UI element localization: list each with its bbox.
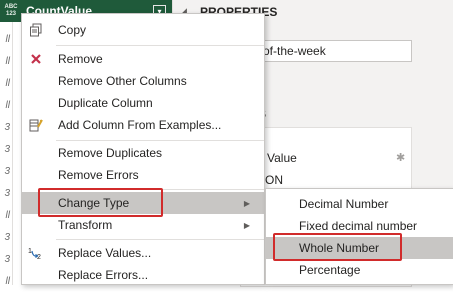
menu-item-replace-values[interactable]: 12 Replace Values... [22, 242, 264, 264]
menu-item-duplicate-column[interactable]: Duplicate Column [22, 92, 264, 114]
row-marker: ll [5, 209, 10, 221]
row-marker: 3 [4, 187, 10, 199]
menu-item-copy[interactable]: Copy [22, 19, 264, 41]
menu-item-remove-other-columns[interactable]: Remove Other Columns [22, 70, 264, 92]
row-marker: 3 [4, 165, 10, 177]
menu-item-replace-errors[interactable]: Replace Errors... [22, 264, 264, 286]
column-type-text-label: ABC [4, 4, 18, 10]
copy-icon [28, 22, 44, 38]
row-marker: ll [5, 55, 10, 67]
svg-text:2: 2 [37, 254, 41, 260]
menu-item-label: Transform [58, 218, 113, 232]
menu-item-label: Remove Errors [58, 168, 139, 182]
menu-separator [56, 45, 264, 46]
submenu-item-percentage[interactable]: Percentage [266, 259, 453, 281]
row-marker: ll [5, 275, 10, 287]
submenu-item-label: Percentage [299, 263, 361, 277]
menu-item-transform[interactable]: Transform ▶ [22, 214, 264, 236]
add-column-examples-icon [28, 117, 44, 133]
row-marker: 3 [4, 121, 10, 133]
menu-item-label: Remove [58, 52, 103, 66]
menu-separator [56, 239, 264, 240]
row-marker: 3 [4, 231, 10, 243]
submenu-item-label: Decimal Number [299, 197, 389, 211]
column-type-icon[interactable]: ABC 123 [0, 0, 22, 22]
svg-text:1: 1 [28, 248, 32, 255]
menu-item-add-column-from-examples[interactable]: Add Column From Examples... [22, 114, 264, 136]
menu-item-label: Remove Other Columns [58, 74, 187, 88]
submenu-item-label: Fixed decimal number [299, 219, 418, 233]
change-type-callout [38, 188, 163, 217]
menu-item-label: Replace Errors... [58, 268, 149, 282]
step-settings-gear-icon[interactable]: ✱ [396, 151, 405, 164]
menu-item-remove-errors[interactable]: Remove Errors [22, 164, 264, 186]
row-marker: ll [5, 33, 10, 45]
row-marker: ll [5, 77, 10, 89]
menu-item-remove-duplicates[interactable]: Remove Duplicates [22, 142, 264, 164]
row-marker: ll [5, 99, 10, 111]
menu-item-label: Replace Values... [58, 246, 152, 260]
row-marker: 3 [4, 143, 10, 155]
submenu-item-decimal-number[interactable]: Decimal Number [266, 193, 453, 215]
menu-item-label: Duplicate Column [58, 96, 153, 110]
remove-x-icon [28, 51, 44, 67]
column-type-number-label: 123 [5, 11, 16, 17]
submenu-arrow-icon: ▶ [243, 198, 250, 208]
submenu-arrow-icon: ▶ [243, 220, 250, 230]
menu-item-remove[interactable]: Remove [22, 48, 264, 70]
menu-item-label: Add Column From Examples... [58, 118, 222, 132]
menu-item-label: Copy [58, 23, 87, 37]
replace-values-icon: 12 [28, 245, 44, 261]
grid-vertical-line [12, 22, 13, 285]
menu-item-label: Remove Duplicates [58, 146, 163, 160]
menu-separator [56, 140, 264, 141]
row-marker: 3 [4, 253, 10, 265]
whole-number-callout [273, 233, 402, 261]
query-name-input[interactable]: ion-of-the-week [240, 40, 412, 62]
column-context-menu: Copy Remove Remove Other Columns Duplica… [21, 13, 265, 285]
